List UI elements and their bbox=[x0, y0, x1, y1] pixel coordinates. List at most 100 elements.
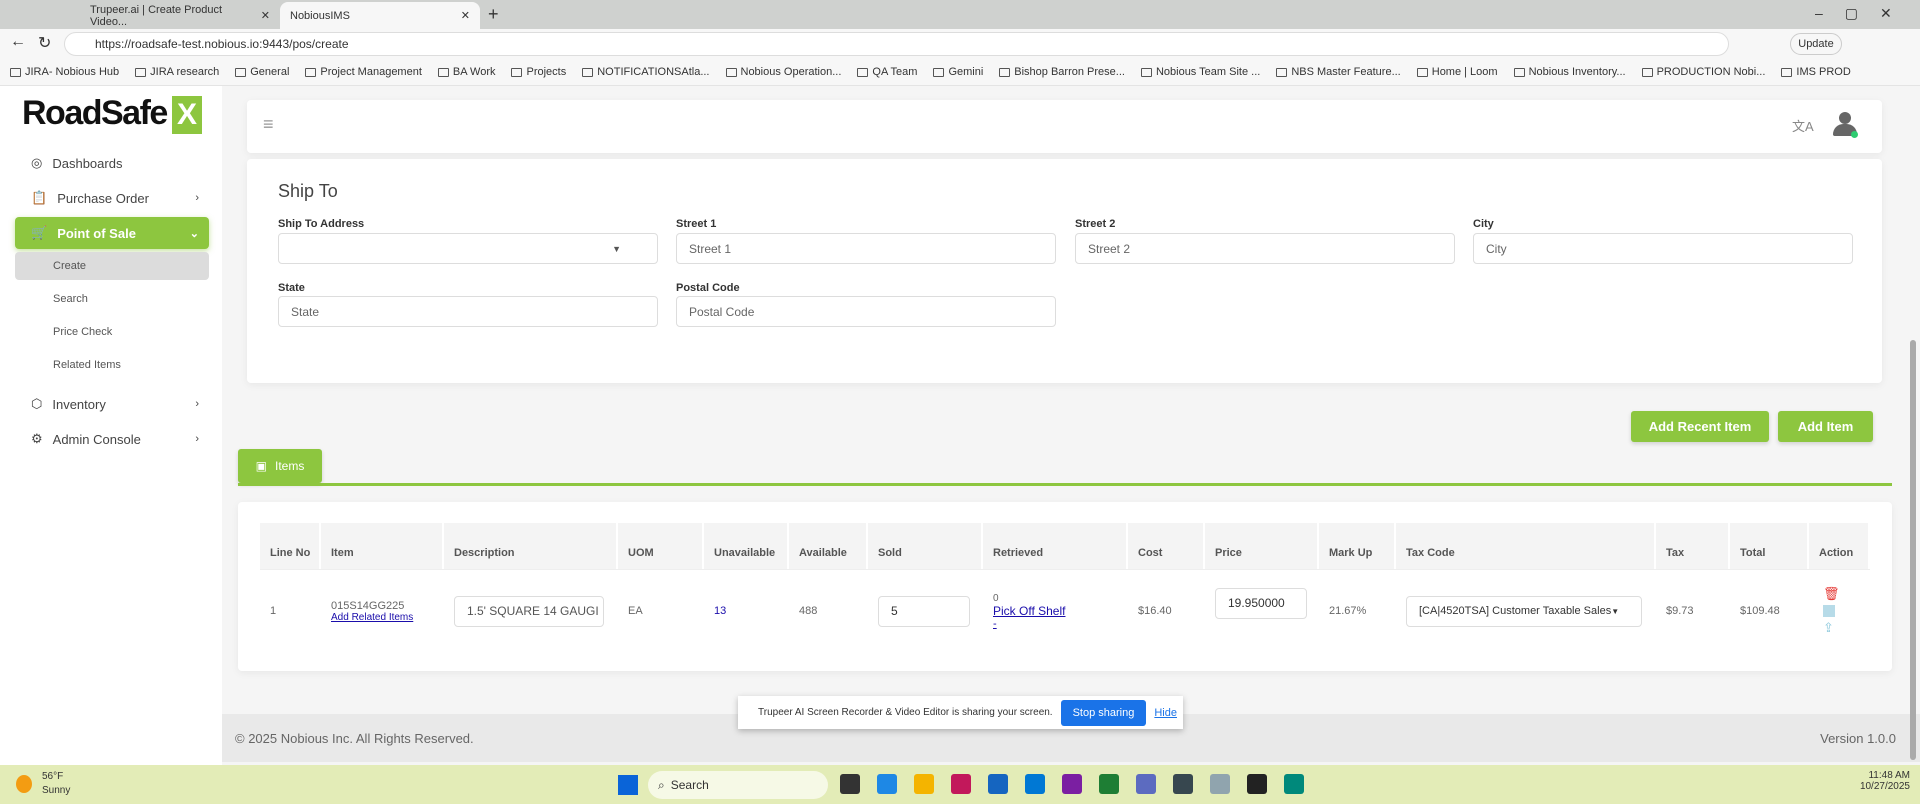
tax-code-select[interactable]: [CA|4520TSA] Customer Taxable Sales ▼ bbox=[1406, 595, 1642, 627]
weather-sun-icon bbox=[16, 775, 32, 793]
window-controls[interactable]: –▢✕ bbox=[1815, 5, 1914, 22]
description-input[interactable]: 1.5' SQUARE 14 GAUGI bbox=[454, 595, 604, 627]
column-header: Line No bbox=[260, 523, 321, 569]
screen-share-banner: Trupeer AI Screen Recorder & Video Edito… bbox=[738, 696, 1183, 729]
bookmark-icon bbox=[1276, 67, 1288, 77]
bookmark-item[interactable]: Bishop Barron Prese... bbox=[999, 66, 1125, 78]
ship-to-field-input[interactable]: Street 2 bbox=[1075, 233, 1455, 264]
browser-tab[interactable]: Trupeer.ai | Create Product Video... ✕ bbox=[80, 2, 280, 29]
bookmark-icon bbox=[1781, 67, 1793, 77]
bookmark-item[interactable]: Nobious Operation... bbox=[725, 66, 841, 78]
search-icon: ⌕ bbox=[658, 777, 665, 792]
taskbar-app-icon[interactable] bbox=[1284, 774, 1304, 794]
bookmark-item[interactable]: General bbox=[235, 66, 289, 78]
bookmark-item[interactable]: QA Team bbox=[857, 66, 917, 78]
taskbar-app-icon[interactable] bbox=[951, 774, 971, 794]
roadsafe-logo: RoadSafe bbox=[22, 94, 168, 132]
update-button[interactable]: Update bbox=[1790, 33, 1842, 55]
add-recent-item-button[interactable]: Add Recent Item bbox=[1631, 411, 1769, 442]
pick-off-shelf-link[interactable]: Pick Off Shelf bbox=[993, 604, 1065, 618]
bookmark-item[interactable]: JIRA research bbox=[135, 66, 219, 78]
bookmark-item[interactable]: NOTIFICATIONSAtla... bbox=[582, 66, 710, 78]
bookmark-item[interactable]: Nobious Team Site ... bbox=[1140, 66, 1260, 78]
taskbar-search[interactable]: ⌕ Search bbox=[648, 771, 828, 799]
ship-to-field-input[interactable]: State bbox=[278, 296, 658, 327]
caret-down-icon: ▼ bbox=[612, 243, 621, 254]
reload-icon[interactable]: ↻ bbox=[38, 33, 51, 53]
taskbar-app-icon[interactable] bbox=[1136, 774, 1156, 794]
taskbar-app-icon[interactable] bbox=[1025, 774, 1045, 794]
table-cell: 1 bbox=[270, 605, 277, 617]
table-cell: 0 Pick Off Shelf - bbox=[993, 592, 1066, 630]
taskbar-app-icon[interactable] bbox=[988, 774, 1008, 794]
bookmark-item[interactable]: Nobious Inventory... bbox=[1513, 66, 1626, 78]
logo-mark: X bbox=[172, 96, 202, 134]
sidebar-item-point-of-sale[interactable]: 🛒 Point of Sale ⌄ bbox=[15, 217, 209, 249]
column-header: Action bbox=[1809, 523, 1870, 569]
sidebar-subitem-related-items[interactable]: Related Items bbox=[15, 351, 209, 379]
bookmark-item[interactable]: PRODUCTION Nobi... bbox=[1641, 66, 1765, 78]
bookmark-item[interactable]: IMS PROD bbox=[1781, 66, 1851, 78]
sidebar-subitem-search[interactable]: Search bbox=[15, 285, 209, 313]
sold-quantity-input[interactable]: 5 bbox=[878, 595, 970, 627]
ship-to-address-select[interactable]: ▼ bbox=[278, 233, 658, 264]
hamburger-menu-icon[interactable]: ≡ bbox=[263, 114, 274, 135]
sidebar-subitem-create[interactable]: Create bbox=[15, 252, 209, 280]
bookmark-item[interactable]: Projects bbox=[511, 66, 566, 78]
hide-button[interactable]: Hide bbox=[1154, 707, 1177, 719]
upload-icon[interactable]: ⇪ bbox=[1823, 620, 1840, 636]
taskbar-app-icon[interactable] bbox=[1173, 774, 1193, 794]
taskbar-app-icon[interactable] bbox=[1099, 774, 1119, 794]
scrollbar[interactable] bbox=[1910, 340, 1916, 760]
sidebar-item-inventory[interactable]: ⬡ Inventory › bbox=[15, 388, 209, 420]
bookmark-item[interactable]: Gemini bbox=[933, 66, 983, 78]
bookmark-icon bbox=[999, 67, 1011, 77]
bookmark-icon bbox=[582, 67, 594, 77]
bookmark-item[interactable]: BA Work bbox=[437, 66, 495, 78]
translate-icon[interactable]: 文A bbox=[1792, 116, 1814, 135]
new-tab-icon[interactable]: + bbox=[488, 4, 499, 25]
ship-to-field-input[interactable]: Street 1 bbox=[676, 233, 1056, 264]
sidebar: RoadSafe X ◎ Dashboards 📋 Purchase Order › … bbox=[0, 86, 222, 765]
bookmark-item[interactable]: Project Management bbox=[305, 66, 422, 78]
unavailable-link[interactable]: 13 bbox=[714, 605, 726, 617]
bookmark-item[interactable]: NBS Master Feature... bbox=[1276, 66, 1401, 78]
weather-desc[interactable]: Sunny bbox=[42, 785, 70, 796]
price-input[interactable]: 19.950000 bbox=[1215, 587, 1307, 619]
windows-start-icon[interactable] bbox=[618, 775, 638, 795]
user-avatar[interactable] bbox=[1832, 112, 1858, 138]
boxes-icon: ⬡ bbox=[31, 396, 43, 411]
ship-to-field-input[interactable]: City bbox=[1473, 233, 1853, 264]
close-icon[interactable]: ✕ bbox=[461, 9, 470, 22]
bookmark-item[interactable]: JIRA- Nobious Hub bbox=[10, 66, 119, 78]
add-related-items-link[interactable]: Add Related Items bbox=[331, 612, 413, 623]
taskbar-app-icon[interactable] bbox=[840, 774, 860, 794]
add-item-button[interactable]: Add Item bbox=[1778, 411, 1873, 442]
weather-temp[interactable]: 56°F bbox=[42, 771, 63, 782]
trash-icon[interactable]: 🗑 bbox=[1823, 586, 1840, 602]
ship-to-field-input[interactable]: Postal Code bbox=[676, 296, 1056, 327]
note-icon[interactable] bbox=[1823, 605, 1835, 617]
tab-items[interactable]: ▣ Items bbox=[238, 449, 322, 483]
taskbar-app-icon[interactable] bbox=[1247, 774, 1267, 794]
close-icon[interactable]: ✕ bbox=[261, 9, 270, 22]
clock[interactable]: 11:48 AM 10/27/2025 bbox=[1850, 770, 1910, 792]
sidebar-item-admin-console[interactable]: ⚙ Admin Console › bbox=[15, 423, 209, 455]
bookmark-item[interactable]: Home | Loom bbox=[1416, 66, 1498, 78]
bookmark-icon bbox=[933, 67, 945, 77]
back-icon[interactable]: ← bbox=[10, 33, 26, 51]
taskbar-app-icon[interactable] bbox=[877, 774, 897, 794]
column-header: Available bbox=[789, 523, 868, 569]
sidebar-subitem-price-check[interactable]: Price Check bbox=[15, 318, 209, 346]
sidebar-item-purchase-order[interactable]: 📋 Purchase Order › bbox=[15, 182, 209, 214]
taskbar-app-icon[interactable] bbox=[914, 774, 934, 794]
stop-sharing-button[interactable]: Stop sharing bbox=[1060, 699, 1147, 726]
sidebar-item-dashboards[interactable]: ◎ Dashboards bbox=[15, 147, 209, 179]
url-input[interactable]: https://roadsafe-test.nobious.io:9443/po… bbox=[64, 32, 1729, 56]
taskbar-app-icon[interactable] bbox=[1210, 774, 1230, 794]
retrieved-dash-link[interactable]: - bbox=[993, 618, 1065, 630]
bookmark-icon bbox=[1140, 67, 1152, 77]
table-cell: 5 bbox=[868, 569, 983, 653]
taskbar-app-icon[interactable] bbox=[1062, 774, 1082, 794]
browser-tab-active[interactable]: NobiousIMS ✕ bbox=[280, 2, 480, 29]
